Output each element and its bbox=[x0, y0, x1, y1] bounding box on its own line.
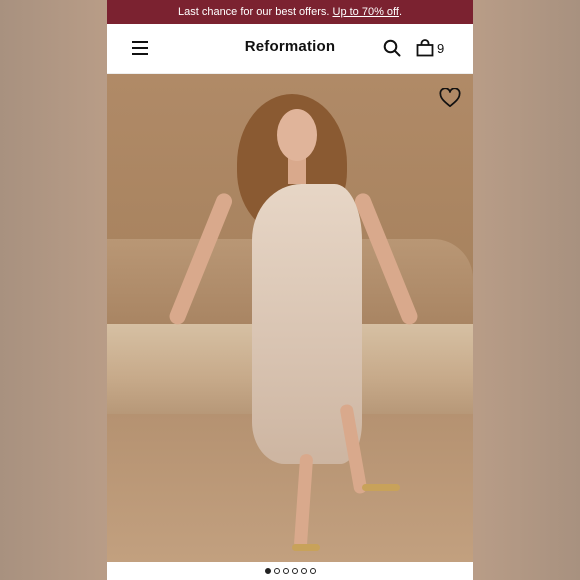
product-image[interactable] bbox=[107, 74, 473, 562]
search-icon[interactable] bbox=[383, 39, 401, 57]
model-shoe bbox=[362, 484, 400, 491]
promo-banner: Last chance for our best offers. Up to 7… bbox=[107, 0, 473, 24]
shopping-bag-button[interactable]: 9 bbox=[416, 38, 444, 58]
promo-text: Last chance for our best offers. bbox=[177, 6, 330, 18]
carousel-dot[interactable] bbox=[291, 568, 298, 574]
site-header: Reformation 9 bbox=[107, 24, 473, 74]
promo-suffix: . bbox=[398, 6, 403, 18]
carousel-dot[interactable] bbox=[264, 568, 271, 574]
bag-count: 9 bbox=[437, 40, 445, 56]
carousel-indicators bbox=[107, 562, 473, 580]
model-neck bbox=[288, 158, 306, 184]
app-screen: Last chance for our best offers. Up to 7… bbox=[107, 0, 473, 580]
carousel-dot[interactable] bbox=[273, 568, 280, 574]
shopping-bag-icon bbox=[416, 39, 434, 57]
heart-outline-icon[interactable] bbox=[439, 88, 461, 108]
carousel-dot[interactable] bbox=[309, 568, 316, 574]
model-face bbox=[277, 109, 317, 161]
carousel-dot[interactable] bbox=[282, 568, 289, 574]
model-shoe bbox=[292, 544, 320, 551]
carousel-dot[interactable] bbox=[300, 568, 307, 574]
promo-link[interactable]: Up to 70% off bbox=[333, 6, 399, 18]
